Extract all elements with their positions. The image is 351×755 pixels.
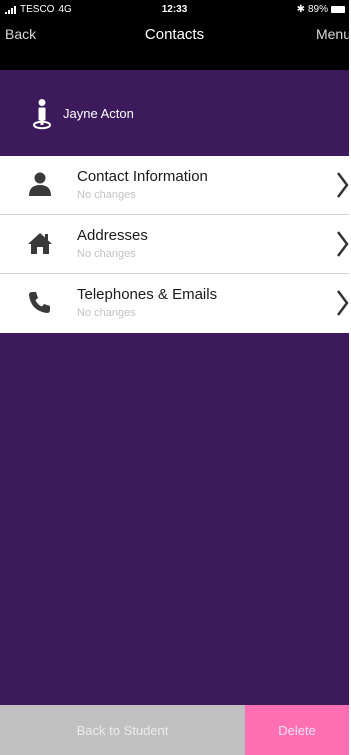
chevron-right-icon [337, 172, 349, 198]
person-icon [29, 172, 51, 196]
menu-item-title: Contact Information [77, 168, 208, 185]
menu-item-subtitle: No changes [77, 189, 136, 201]
battery-icon [331, 6, 345, 13]
menu-item-addresses[interactable]: Addresses No changes [0, 215, 349, 274]
status-bar: TESCO 4G 12:33 ✱ 89% [0, 0, 349, 20]
menu-item-title: Telephones & Emails [77, 286, 218, 303]
person-pin-icon [33, 99, 51, 130]
menu-item-subtitle: No changes [77, 248, 136, 260]
person-header: Jayne Acton [0, 70, 349, 156]
house-icon [28, 233, 52, 254]
menu-item-subtitle: No changes [77, 307, 136, 319]
chevron-right-icon [337, 290, 349, 316]
bluetooth-icon: ✱ [296, 4, 305, 15]
contact-menu-list: Contact Information No changes Addresses… [0, 156, 349, 333]
chevron-right-icon [337, 231, 349, 257]
page-title: Contacts [144, 26, 205, 43]
status-right: ✱ 89% [297, 4, 345, 15]
bottom-action-bar: Back to Student Delete [0, 705, 349, 755]
delete-button[interactable]: Delete [245, 705, 349, 755]
menu-button[interactable]: Menu [316, 26, 349, 42]
app-screen: TESCO 4G 12:33 ✱ 89% Back Contacts Menu … [0, 0, 349, 755]
battery-percent: 89% [307, 4, 328, 15]
menu-item-telephones-emails[interactable]: Telephones & Emails No changes [0, 274, 349, 333]
back-to-student-button[interactable]: Back to Student [0, 705, 245, 755]
menu-item-title: Addresses [77, 227, 148, 244]
navigation-bar: Back Contacts Menu [0, 20, 349, 70]
menu-item-contact-information[interactable]: Contact Information No changes [0, 156, 349, 215]
phone-icon [29, 292, 50, 313]
person-name: Jayne Acton [63, 106, 134, 121]
